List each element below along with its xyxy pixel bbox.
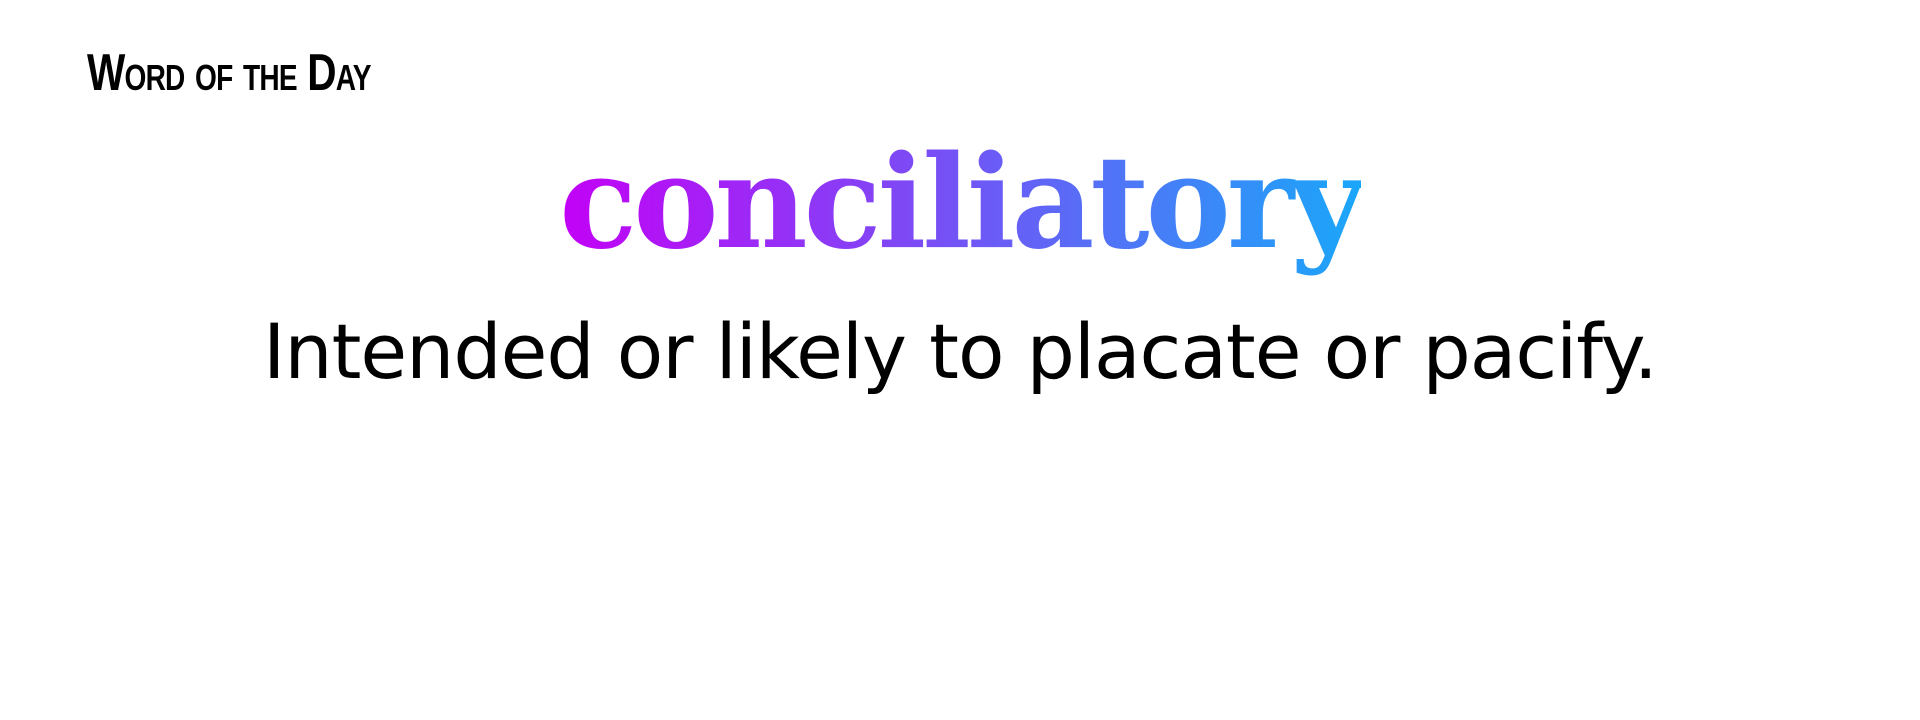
featured-word: conciliatory — [0, 118, 1920, 288]
section-heading: Word of the Day — [87, 44, 371, 102]
featured-word-text: conciliatory — [559, 118, 1364, 288]
word-of-the-day-card: Word of the Day conciliatory Intended or… — [0, 0, 1920, 720]
word-definition: Intended or likely to placate or pacify. — [263, 307, 1658, 396]
